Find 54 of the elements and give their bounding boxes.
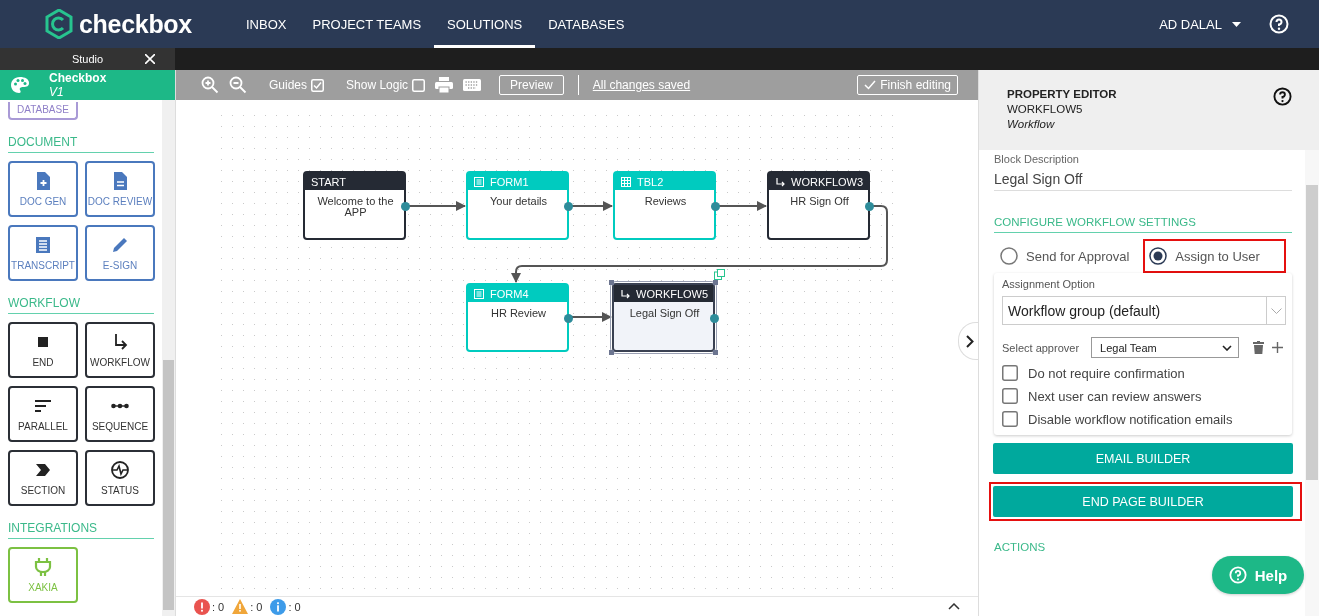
app-version: V1 — [49, 85, 65, 99]
option-label: Disable workflow notification emails — [1028, 411, 1233, 427]
block-tile[interactable]: PARALLEL — [8, 386, 78, 442]
block-tile[interactable]: STATUS — [85, 450, 155, 506]
issue-count: : 0 — [250, 600, 263, 613]
field-label: Assignment Option — [1002, 278, 1096, 290]
option-label: Next user can review answers — [1028, 388, 1202, 404]
nav-tab[interactable]: DATABASES — [535, 0, 638, 48]
logo-text: checkbox — [79, 9, 192, 39]
block-name: WORKFLOW5 — [1007, 102, 1084, 117]
node-description: Legal Sign Off — [628, 306, 701, 319]
block-tile[interactable]: TRANSCRIPT — [8, 225, 78, 281]
node-title: TBL2 — [637, 175, 664, 188]
section-heading: ACTIONS — [994, 540, 1047, 555]
radio-option[interactable]: Send for Approval — [1000, 247, 1130, 265]
node-title: START — [311, 175, 347, 188]
block-type: Workflow — [1007, 117, 1056, 132]
issue-count: : 0 — [288, 600, 301, 613]
radio-option[interactable]: Assign to User — [1149, 247, 1260, 265]
section-heading: DOCUMENT — [8, 120, 154, 153]
node-title: FORM1 — [490, 175, 529, 188]
node-title: FORM4 — [490, 287, 529, 300]
approver-dropdown[interactable]: Legal Team — [1091, 337, 1240, 358]
user-menu[interactable]: AD DALAL — [1159, 16, 1222, 32]
block-tile[interactable]: WORKFLOW — [85, 322, 155, 378]
node-description: Your details — [488, 194, 549, 207]
node-description: Reviews — [643, 194, 688, 207]
block-tile[interactable]: DOC GEN — [8, 161, 78, 217]
panel-title: PROPERTY EDITOR — [1007, 87, 1117, 102]
block-tile[interactable]: DOC REVIEW — [85, 161, 155, 217]
nav-tab[interactable]: PROJECT TEAMS — [299, 0, 435, 48]
database-tile[interactable]: DATABASE — [8, 102, 78, 120]
node-title: WORKFLOW5 — [636, 287, 709, 300]
node-title: WORKFLOW3 — [791, 175, 864, 188]
field-label: Block Description — [994, 153, 1080, 165]
nav-tab[interactable]: INBOX — [233, 0, 300, 48]
issue-count: : 0 — [212, 600, 225, 613]
node-description: Welcome to the APP — [316, 194, 395, 218]
option-label: Do not require confirmation — [1028, 365, 1185, 381]
block-tile[interactable]: SEQUENCE — [85, 386, 155, 442]
node-description: HR Review — [490, 306, 547, 319]
guides-label: Guides — [269, 78, 308, 92]
block-tile[interactable]: SECTION — [8, 450, 78, 506]
studio-title: Studio — [71, 53, 104, 65]
field-label: Select approver — [1002, 341, 1080, 354]
show-logic-label: Show Logic — [346, 78, 409, 92]
app-name: Checkbox — [49, 71, 107, 85]
block-tile[interactable]: E-SIGN — [85, 225, 155, 281]
section-heading: CONFIGURE WORKFLOW SETTINGS — [994, 191, 1292, 233]
block-tile[interactable]: END — [8, 322, 78, 378]
assignment-dropdown[interactable]: Workflow group (default) — [1002, 296, 1286, 325]
section-heading: INTEGRATIONS — [8, 506, 154, 539]
section-heading: WORKFLOW — [8, 281, 154, 314]
node-description: HR Sign Off — [789, 194, 850, 207]
